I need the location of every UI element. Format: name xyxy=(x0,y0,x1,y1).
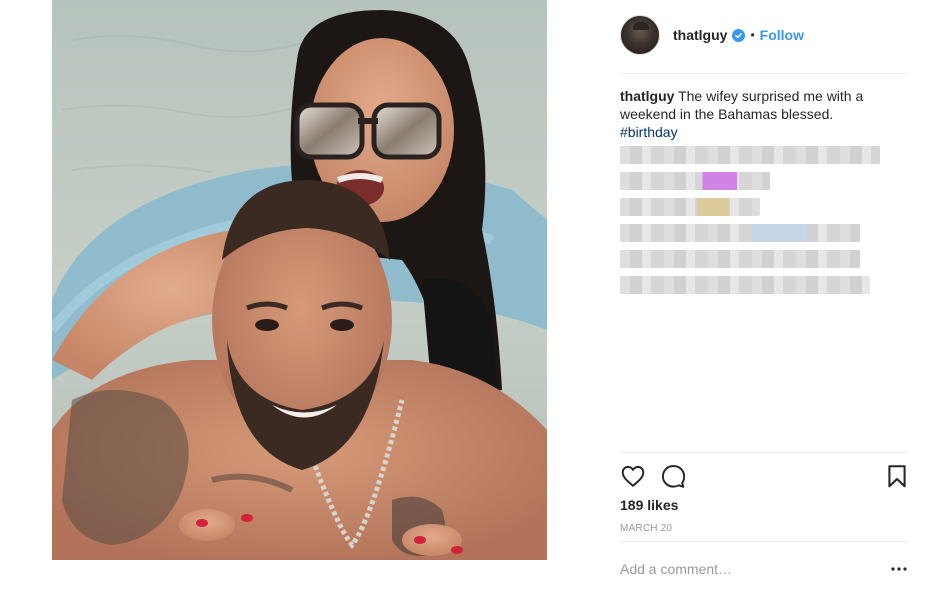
post-photo-illustration xyxy=(52,0,547,560)
post-date: MARCH 20 xyxy=(620,523,673,534)
blurred-comment xyxy=(620,146,880,164)
comment-bubble-icon[interactable] xyxy=(660,463,686,489)
likes-count[interactable]: 189 likes xyxy=(620,497,678,513)
blurred-comment xyxy=(620,224,880,242)
username-link[interactable]: thatlguy xyxy=(673,27,727,43)
header-divider xyxy=(620,73,908,74)
post-actions xyxy=(620,463,908,489)
verified-badge-icon xyxy=(732,28,746,42)
actions-divider xyxy=(620,452,908,453)
blurred-comment xyxy=(620,198,880,216)
post-photo[interactable] xyxy=(52,0,547,560)
follow-button[interactable]: Follow xyxy=(760,27,804,43)
hashtag-link[interactable]: #birthday xyxy=(620,123,678,141)
blurred-comments-list xyxy=(620,146,880,302)
more-options-icon[interactable] xyxy=(890,560,908,578)
blurred-comment xyxy=(620,276,880,294)
blurred-comment xyxy=(620,250,880,268)
blurred-comment xyxy=(620,172,880,190)
avatar[interactable] xyxy=(620,15,660,55)
post-caption: thatlguy The wifey surprised me with a w… xyxy=(620,87,895,141)
add-comment-input[interactable] xyxy=(620,558,870,580)
heart-icon[interactable] xyxy=(620,463,646,489)
post-details-panel: thatlguy • Follow thatlguy The wifey sur… xyxy=(620,0,908,595)
caption-username-link[interactable]: thatlguy xyxy=(620,88,674,104)
bookmark-icon[interactable] xyxy=(884,463,910,489)
comment-divider xyxy=(620,541,908,542)
separator-dot: • xyxy=(750,28,755,42)
comment-box xyxy=(620,558,908,582)
post-header: thatlguy • Follow xyxy=(620,14,908,56)
